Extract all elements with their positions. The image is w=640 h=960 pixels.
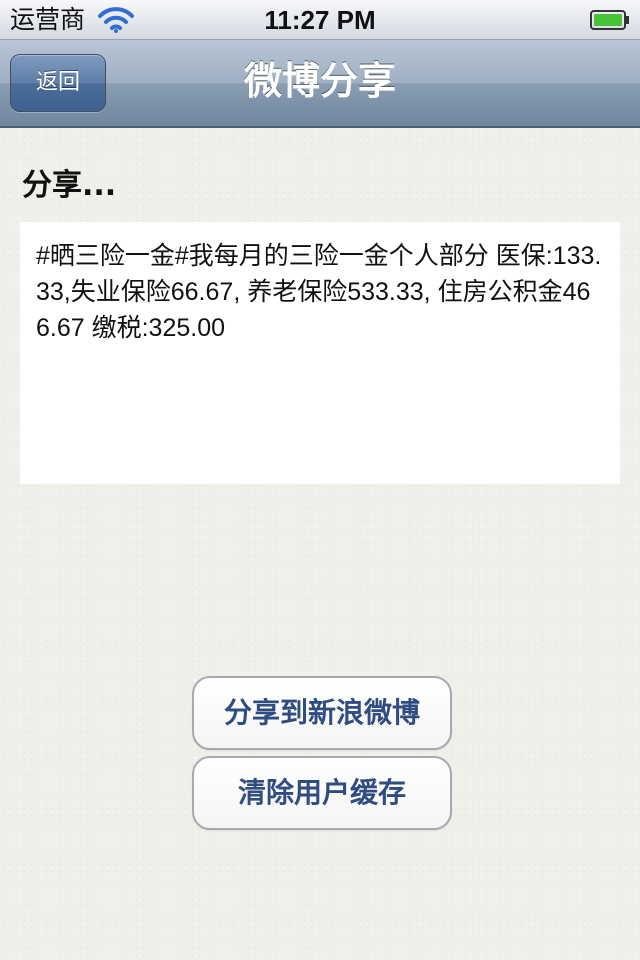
- share-text-field[interactable]: #晒三险一金#我每月的三险一金个人部分 医保:133.33,失业保险66.67,…: [20, 222, 620, 484]
- share-label: 分享...: [22, 168, 117, 203]
- status-bar: 运营商 11:27 PM: [0, 0, 640, 40]
- share-to-weibo-button[interactable]: 分享到新浪微博: [192, 676, 452, 750]
- back-button[interactable]: 返回: [10, 54, 106, 112]
- clear-cache-button[interactable]: 清除用户缓存: [192, 756, 452, 830]
- page-title: 微博分享: [243, 59, 396, 103]
- battery-icon: [590, 10, 629, 30]
- navigation-bar: 返回 微博分享: [0, 40, 640, 128]
- status-time: 11:27 PM: [264, 5, 376, 35]
